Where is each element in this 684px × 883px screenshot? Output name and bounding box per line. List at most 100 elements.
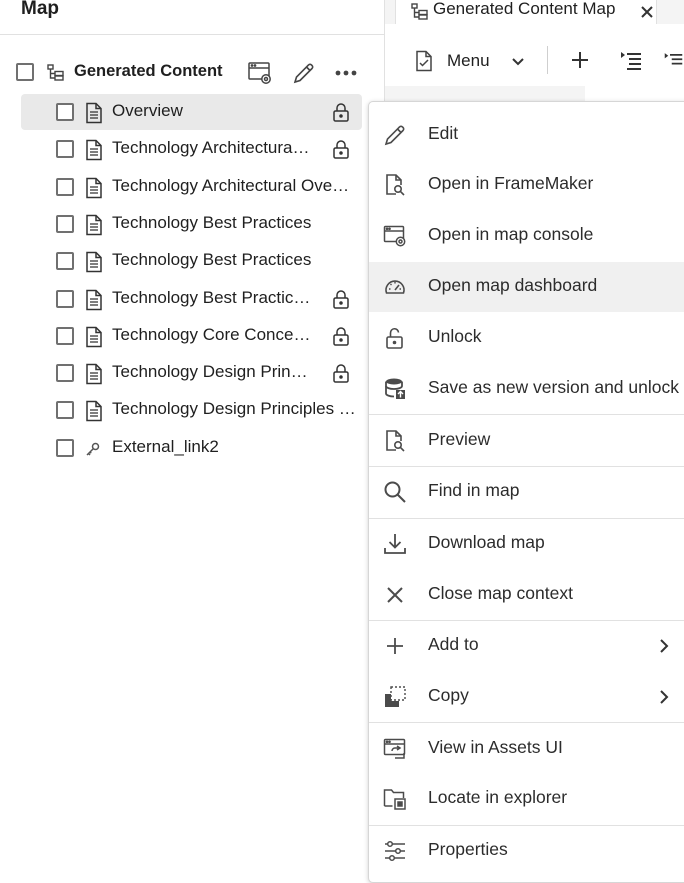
unlock-icon: [383, 326, 407, 350]
item-checkbox[interactable]: [56, 178, 74, 196]
menu-item-preview[interactable]: Preview: [369, 416, 684, 466]
download-icon: [383, 532, 407, 556]
item-checkbox[interactable]: [56, 252, 74, 270]
item-checkbox[interactable]: [56, 327, 74, 345]
document-icon: [84, 177, 104, 199]
map-console-icon: [383, 224, 407, 248]
lock-icon: [331, 102, 351, 122]
tree-item[interactable]: Technology Design Prin…: [21, 355, 362, 391]
tree-item[interactable]: Technology Architectura…: [21, 131, 362, 167]
more-options-icon[interactable]: [333, 59, 359, 87]
menu-item-open-map-dashboard[interactable]: Open map dashboard: [369, 262, 684, 312]
item-checkbox[interactable]: [56, 439, 74, 457]
root-map-label[interactable]: Generated Content Map: [74, 62, 226, 81]
menu-item-close-map-context[interactable]: Close map context: [369, 570, 684, 620]
menu-item-properties[interactable]: Properties: [369, 826, 684, 876]
menu-item-label: Download map: [428, 532, 545, 552]
close-icon: [383, 583, 407, 607]
document-icon: [84, 363, 104, 385]
item-checkbox[interactable]: [56, 290, 74, 308]
menu-item-download-map[interactable]: Download map: [369, 519, 684, 569]
document-search-icon: [383, 173, 407, 197]
tree-item-overview[interactable]: Overview: [21, 94, 362, 130]
tree-item-label: Technology Architectural Ove…: [112, 176, 350, 195]
preview-icon: [383, 429, 407, 453]
tree-item[interactable]: Technology Best Practic…: [21, 281, 362, 317]
menu-item-label: View in Assets UI: [428, 737, 563, 757]
document-icon: [84, 214, 104, 236]
search-icon: [383, 480, 407, 504]
dashboard-gauge-icon: [383, 275, 407, 299]
document-icon: [84, 251, 104, 273]
tree-item-label: Technology Best Practic…: [112, 288, 311, 307]
tree-item[interactable]: Technology Best Practices: [21, 243, 362, 279]
menu-item-label: Open in map console: [428, 224, 594, 244]
item-checkbox[interactable]: [56, 140, 74, 158]
menu-item-add-to[interactable]: Add to: [369, 621, 684, 671]
menu-item-open-in-framemaker[interactable]: Open in FrameMaker: [369, 160, 684, 210]
locate-folder-icon: [383, 787, 407, 811]
lock-icon: [331, 363, 351, 383]
menu-item-label: Copy: [428, 685, 469, 705]
map-tree-icon: [46, 63, 66, 83]
close-tab-icon[interactable]: [638, 3, 656, 21]
menu-item-view-in-assets-ui[interactable]: View in Assets UI: [369, 724, 684, 774]
menu-item-open-in-map-console[interactable]: Open in map console: [369, 211, 684, 261]
map-panel-header: Map: [0, 0, 384, 35]
menu-item-edit[interactable]: Edit: [369, 110, 684, 160]
menu-item-label: Find in map: [428, 480, 520, 500]
item-checkbox[interactable]: [56, 103, 74, 121]
menu-item-label: Preview: [428, 429, 491, 449]
tree-item-label: Technology Architectura…: [112, 138, 310, 157]
tree-item[interactable]: Technology Best Practices: [21, 206, 362, 242]
map-tree-icon: [410, 2, 430, 22]
chevron-right-icon: [657, 689, 671, 705]
toolbar-separator: [547, 46, 548, 74]
tree-item[interactable]: Technology Design Principles …: [21, 392, 362, 428]
lock-icon: [331, 289, 351, 309]
edit-pencil-icon[interactable]: [290, 59, 318, 87]
map-panel: Map Generated Content Map Overview: [0, 0, 384, 883]
menu-item-save-new-version-unlock[interactable]: Save as new version and unlock: [369, 364, 684, 414]
lock-icon: [331, 326, 351, 346]
tree-item[interactable]: Technology Core Conce…: [21, 318, 362, 354]
properties-sliders-icon: [383, 839, 407, 863]
tree-item-label: Technology Best Practices: [112, 250, 312, 269]
tree-item-label: Technology Design Prin…: [112, 362, 308, 381]
menu-item-copy[interactable]: Copy: [369, 672, 684, 722]
menu-item-unlock[interactable]: Unlock: [369, 313, 684, 363]
add-icon[interactable]: [569, 49, 591, 71]
tab-bar: Generated Content Map: [385, 0, 684, 24]
map-console-icon[interactable]: [246, 59, 274, 87]
menu-item-label: Open map dashboard: [428, 275, 598, 295]
tree-item-label: External_link2: [112, 437, 219, 456]
editor-toolbar: Menu: [385, 36, 684, 86]
menu-item-label: Add to: [428, 634, 479, 654]
menu-button[interactable]: Menu: [447, 51, 490, 71]
panel-title: Map: [21, 0, 59, 19]
chevron-right-icon: [657, 638, 671, 654]
chevron-down-icon[interactable]: [509, 52, 527, 70]
item-checkbox[interactable]: [56, 215, 74, 233]
menu-item-label: Locate in explorer: [428, 787, 568, 807]
tree-item-external-link[interactable]: External_link2: [21, 430, 362, 466]
item-checkbox[interactable]: [56, 364, 74, 382]
lock-icon: [331, 139, 351, 159]
item-checkbox[interactable]: [56, 401, 74, 419]
tree-item-label: Technology Core Conce…: [112, 325, 311, 344]
document-icon: [84, 289, 104, 311]
document-icon: [84, 139, 104, 161]
menu-item-locate-in-explorer[interactable]: Locate in explorer: [369, 774, 684, 824]
tab-label: Generated Content Map: [433, 0, 616, 18]
insert-chapter-icon[interactable]: [663, 48, 684, 74]
tab-generated-content-map[interactable]: Generated Content Map: [395, 0, 657, 24]
tree-item[interactable]: Technology Architectural Ove…: [21, 169, 362, 205]
menu-item-label: Open in FrameMaker: [428, 173, 594, 193]
tree-item-label: Overview: [112, 101, 183, 120]
menu-item-label: Unlock: [428, 326, 482, 346]
menu-item-find-in-map[interactable]: Find in map: [369, 467, 684, 517]
insert-topic-icon[interactable]: [618, 48, 644, 74]
menu-item-label: Save as new version and unlock: [428, 377, 679, 397]
root-checkbox[interactable]: [16, 63, 34, 81]
context-menu: Edit Open in FrameMaker Open in map cons…: [368, 101, 684, 883]
